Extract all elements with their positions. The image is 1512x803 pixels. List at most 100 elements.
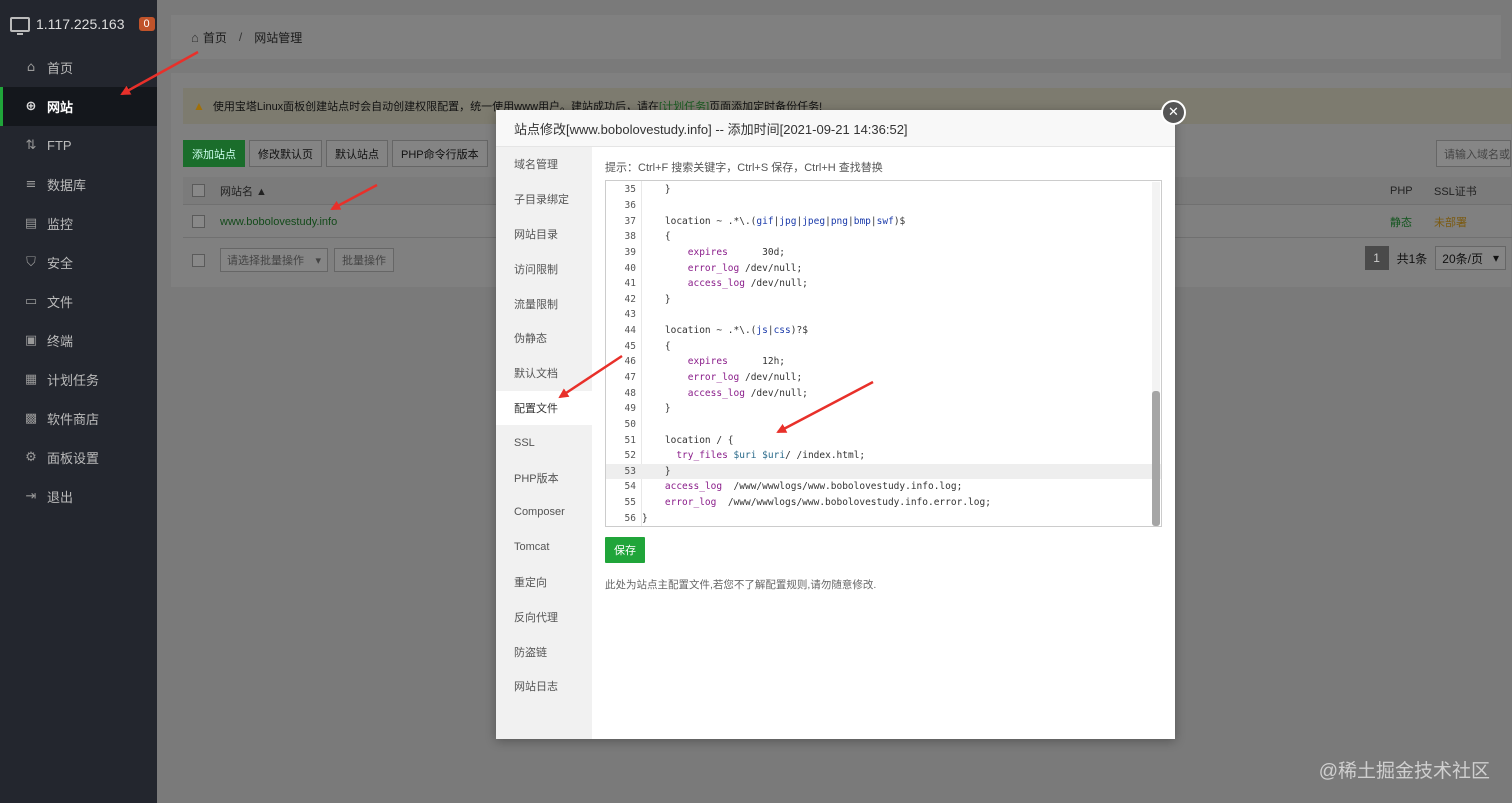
dialog-menu-item[interactable]: 反向代理	[496, 599, 592, 634]
gear-icon: ⚙	[25, 450, 37, 465]
code-line: 43	[606, 307, 1161, 323]
footer-checkbox[interactable]	[192, 253, 205, 267]
server-header: 1.117.225.163 0	[0, 0, 157, 48]
sidebar-item-label: FTP	[47, 138, 72, 153]
code-line: 47 error_log /dev/null;	[606, 370, 1161, 386]
sidebar-item-label: 监控	[47, 217, 74, 232]
chevron-down-icon: ▾	[1492, 251, 1499, 265]
code-line: 38 {	[606, 229, 1161, 245]
terminal-icon: ▣	[24, 333, 38, 348]
sidebar-item-label: 安全	[47, 256, 74, 271]
sidebar-item-4[interactable]: ▤ 监控	[0, 204, 157, 243]
code-line: 39 expires 30d;	[606, 245, 1161, 261]
breadcrumb: ⌂ 首页 / 网站管理	[171, 15, 1501, 59]
default-site-button[interactable]: 默认站点	[326, 140, 388, 167]
code-line: 42 }	[606, 291, 1161, 307]
sidebar-item-label: 首页	[47, 61, 74, 76]
sidebar-item-11[interactable]: ⇥ 退出	[0, 477, 157, 516]
dialog-menu-item[interactable]: Composer	[496, 495, 592, 530]
page-number[interactable]: 1	[1364, 246, 1389, 270]
select-all-checkbox[interactable]	[192, 184, 205, 197]
line-number: 40	[624, 262, 636, 274]
column-php: PHP	[1390, 184, 1413, 197]
dialog-menu-item[interactable]: 网站目录	[496, 217, 592, 252]
home-icon: ⌂	[191, 29, 199, 45]
code-text: location ~ .*\.(js|css)?$	[642, 325, 808, 337]
dialog-menu-item[interactable]: 伪静态	[496, 321, 592, 356]
ssl-status-link[interactable]: 未部署	[1434, 214, 1467, 230]
sidebar-item-9[interactable]: ▩ 软件商店	[0, 399, 157, 438]
code-text: error_log /www/wwwlogs/www.bobolovestudy…	[664, 497, 991, 509]
sidebar-item-label: 软件商店	[47, 412, 100, 427]
sidebar-item-label: 数据库	[47, 178, 87, 193]
line-number: 36	[624, 199, 636, 211]
save-button[interactable]: 保存	[605, 537, 645, 563]
code-text: access_log /dev/null;	[687, 387, 808, 399]
dialog-menu-item[interactable]: 网站日志	[496, 669, 592, 704]
breadcrumb-home[interactable]: 首页	[203, 29, 227, 46]
dialog-menu-item[interactable]: SSL	[496, 425, 592, 460]
close-icon[interactable]: ✕	[1161, 100, 1186, 125]
sidebar-item-2[interactable]: ⇅ FTP	[0, 126, 157, 165]
modify-default-page-button[interactable]: 修改默认页	[249, 140, 322, 167]
line-number: 56	[624, 512, 636, 524]
dialog-menu-item[interactable]: 域名管理	[496, 147, 592, 182]
line-number: 42	[624, 293, 636, 305]
dialog-menu-item[interactable]: 默认文档	[496, 356, 592, 391]
code-text: }	[642, 184, 671, 196]
breadcrumb-current: 网站管理	[254, 30, 303, 45]
php-version-link[interactable]: 静态	[1390, 214, 1412, 230]
php-cli-button[interactable]: PHP命令行版本	[392, 140, 488, 167]
dialog-menu-item[interactable]: 重定向	[496, 565, 592, 600]
notification-badge[interactable]: 0	[138, 17, 155, 31]
batch-action-button[interactable]: 批量操作	[334, 248, 394, 272]
code-text: }	[642, 512, 648, 524]
dialog-menu-item[interactable]: 防盗链	[496, 634, 592, 669]
sidebar-item-6[interactable]: ▭ 文件	[0, 282, 157, 321]
dialog-menu-item[interactable]: PHP版本	[496, 460, 592, 495]
line-number: 45	[624, 340, 636, 352]
per-page-select[interactable]: 20条/页 ▾	[1435, 246, 1506, 270]
line-number: 55	[624, 497, 636, 509]
column-site-name[interactable]: 网站名 ▲	[220, 183, 267, 199]
line-number: 44	[624, 325, 636, 337]
line-number: 50	[624, 418, 636, 430]
sidebar-item-8[interactable]: ▦ 计划任务	[0, 360, 157, 399]
code-text: }	[642, 465, 671, 477]
code-line: 48 access_log /dev/null;	[606, 385, 1161, 401]
add-site-button[interactable]: 添加站点	[183, 140, 245, 167]
dialog-menu-item[interactable]: Tomcat	[496, 530, 592, 565]
sidebar: 1.117.225.163 0 ⌂ 首页 ⊕ 网站 ⇅ FTP ≡ 数据库 ▤ 监控 ⛉ 安全 ▭ 文件 ▣…	[0, 0, 157, 803]
search-input[interactable]: 请输入域名或	[1436, 140, 1511, 167]
sidebar-item-3[interactable]: ≡ 数据库	[0, 165, 157, 204]
sidebar-item-10[interactable]: ⚙ 面板设置	[0, 438, 157, 477]
sidebar-item-label: 面板设置	[47, 451, 100, 466]
batch-select-label: 请选择批量操作	[227, 255, 304, 267]
sidebar-item-5[interactable]: ⛉ 安全	[0, 243, 157, 282]
sidebar-item-1[interactable]: ⊕ 网站	[0, 87, 157, 126]
sidebar-item-0[interactable]: ⌂ 首页	[0, 48, 157, 87]
sidebar-item-7[interactable]: ▣ 终端	[0, 321, 157, 360]
scrollbar-thumb[interactable]	[1152, 391, 1160, 526]
line-number: 41	[624, 278, 636, 290]
code-line: 56}	[606, 510, 1161, 526]
breadcrumb-separator: /	[238, 30, 243, 44]
code-text: location / {	[642, 434, 734, 446]
batch-select[interactable]: 请选择批量操作 ▾	[220, 248, 328, 272]
row-checkbox[interactable]	[192, 215, 205, 228]
dialog-menu-item[interactable]: 访问限制	[496, 251, 592, 286]
total-count: 共1条	[1396, 251, 1428, 266]
dialog-menu-item[interactable]: 配置文件	[496, 390, 592, 426]
code-line: 36	[606, 198, 1161, 214]
config-note: 此处为站点主配置文件,若您不了解配置规则,请勿随意修改.	[605, 579, 877, 591]
dialog-menu-item[interactable]: 流量限制	[496, 286, 592, 321]
code-lines: 35 } 36 37 location ~ .*\.(gif|jpg|jpeg|pn…	[606, 181, 1161, 526]
code-text: try_files $uri $uri/ /index.html;	[676, 450, 866, 462]
site-link[interactable]: www.bobolovestudy.info	[220, 216, 337, 228]
config-editor[interactable]: 35 } 36 37 location ~ .*\.(gif|jpg|jpeg|pn…	[605, 180, 1162, 527]
logout-icon: ⇥	[25, 489, 37, 504]
dialog-menu-item[interactable]: 子目录绑定	[496, 182, 592, 217]
code-line: 55 error_log /www/wwwlogs/www.bobolovest…	[606, 495, 1161, 511]
sidebar-item-label: 计划任务	[47, 373, 100, 388]
line-number: 43	[624, 309, 636, 321]
